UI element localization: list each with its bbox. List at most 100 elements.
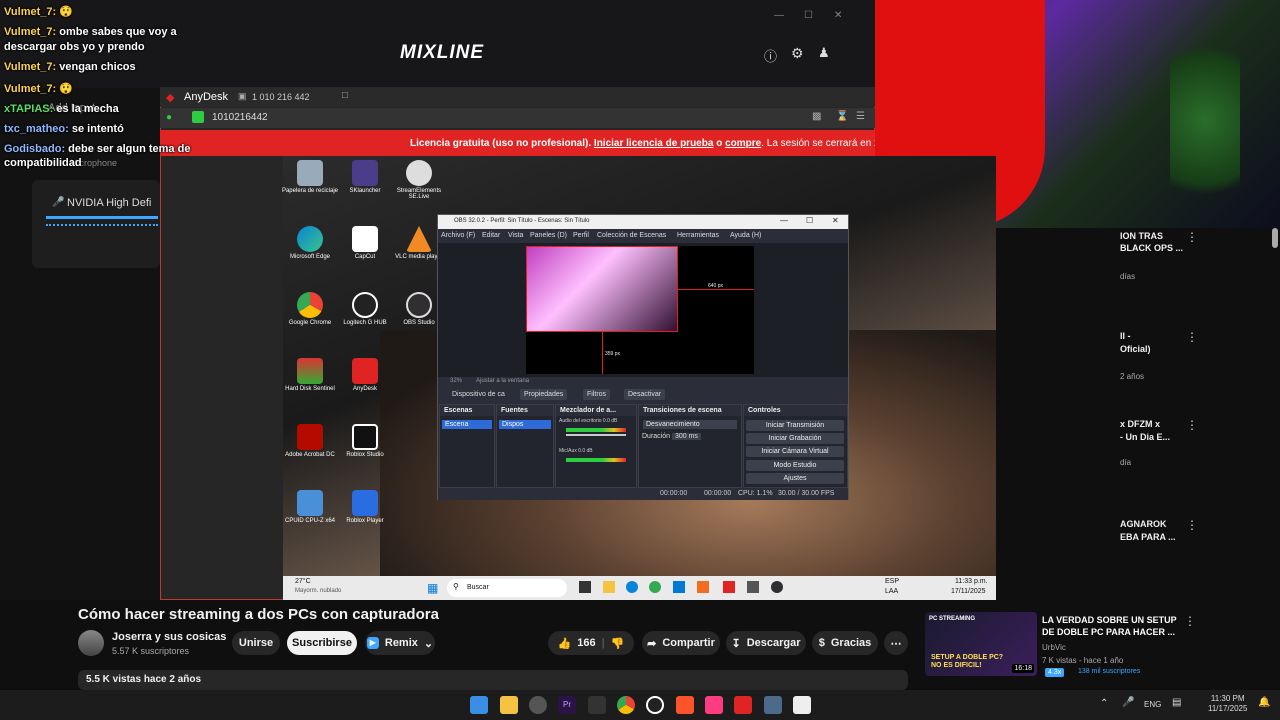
file-explorer-icon[interactable] [500, 696, 518, 714]
desktop-icon-acrobat[interactable]: Adobe Acrobat DC [280, 424, 340, 458]
steam-icon[interactable] [529, 696, 547, 714]
volume-bar[interactable] [46, 216, 158, 219]
more-actions-button[interactable]: ⋯ [884, 631, 908, 655]
desktop-icon-hdsentinel[interactable]: Hard Disk Sentinel [280, 358, 340, 392]
minimize-icon[interactable]: — [774, 10, 784, 21]
tiktok-icon[interactable] [705, 696, 723, 714]
close-icon[interactable]: ✕ [834, 10, 842, 21]
menu-docks[interactable]: Paneles (D) [530, 232, 567, 239]
thumbs-up-icon[interactable]: 👍 [558, 637, 572, 650]
scrollbar-thumb[interactable] [1272, 228, 1278, 248]
trial-license-link[interactable]: Iniciar licencia de prueba [594, 138, 714, 149]
channel-avatar[interactable] [78, 630, 104, 656]
desktop-icon-roblox-player[interactable]: Roblox Player [335, 490, 395, 524]
premiere-icon[interactable]: Pr [558, 696, 576, 714]
kebab-menu-icon[interactable]: ⋮ [1186, 418, 1198, 432]
share-button[interactable]: ➦ Compartir [642, 631, 720, 655]
info-icon[interactable]: ⓘ [764, 46, 777, 65]
anydesk-taskbar-icon[interactable] [723, 581, 735, 593]
close-icon[interactable]: ✕ [832, 216, 839, 225]
desktop-icon-sklauncher[interactable]: SKlauncher [335, 160, 395, 194]
desktop-icon-roblox-studio[interactable]: Roblox Studio [335, 424, 395, 458]
menu-scene-collection[interactable]: Colección de Escenas [597, 232, 666, 239]
transition-select[interactable]: Desvanecimiento [643, 420, 737, 429]
source-item[interactable]: Dispos [499, 420, 551, 429]
app-icon[interactable] [747, 581, 759, 593]
keyboard-language[interactable]: ESP [885, 578, 899, 585]
settings-button[interactable]: Ajustes [746, 473, 844, 484]
microphone-icon[interactable]: 🎤 [1122, 697, 1134, 708]
desktop-icon-ghub[interactable]: Logitech G HUB [335, 292, 395, 326]
brave-icon[interactable] [676, 696, 694, 714]
obs-capture-source-image[interactable] [526, 246, 678, 332]
desktop-icon-capcut[interactable]: CapCut [335, 226, 395, 260]
chevron-up-icon[interactable]: ⌃ [1100, 698, 1108, 709]
desktop-icon-streamelements[interactable]: StreamElements SE.Live [389, 160, 449, 200]
thumbs-down-icon[interactable]: 👎 [611, 637, 625, 650]
fit-to-window[interactable]: Ajustar a la ventana [476, 378, 529, 384]
taskview-icon[interactable] [579, 581, 591, 593]
kebab-menu-icon[interactable]: ⋮ [1186, 518, 1198, 532]
properties-button[interactable]: Propiedades [520, 389, 568, 400]
menu-file[interactable]: Archivo (F) [441, 232, 475, 239]
video-description-box[interactable]: 5.5 K vistas hace 2 años [78, 670, 908, 690]
start-recording-button[interactable]: Iniciar Grabación [746, 433, 844, 444]
remote-clock-time[interactable]: 11:33 p.m. [955, 578, 988, 585]
hourglass-icon[interactable]: ⌛ [836, 111, 848, 122]
menu-edit[interactable]: Editar [482, 232, 500, 239]
keyboard-language[interactable]: ENG [1144, 700, 1161, 709]
join-button[interactable]: Unirse [232, 631, 280, 655]
desktop-icon-chrome[interactable]: Google Chrome [280, 292, 340, 326]
ghub-icon[interactable] [646, 696, 664, 714]
app-icon[interactable] [697, 581, 709, 593]
file-explorer-icon[interactable] [603, 581, 615, 593]
notification-icon[interactable]: 🔔 [1258, 697, 1270, 708]
snipping-tool-icon[interactable] [793, 696, 811, 714]
start-streaming-button[interactable]: Iniciar Transmisión [746, 420, 844, 431]
kebab-menu-icon[interactable]: ⋮ [1184, 614, 1196, 628]
maximize-icon[interactable]: ☐ [804, 10, 813, 21]
network-icon[interactable]: ▤ [1172, 697, 1181, 708]
monitor-icon[interactable]: ▣ [238, 91, 247, 102]
desktop-icon-edge[interactable]: Microsoft Edge [280, 226, 340, 260]
kebab-menu-icon[interactable]: ⋮ [1186, 330, 1198, 344]
gear-icon[interactable]: ⚙ [791, 45, 804, 62]
audio-device-card[interactable]: 🎤 NVIDIA High Defi [32, 180, 160, 268]
menu-help[interactable]: Ayuda (H) [730, 232, 761, 239]
zoom-level[interactable]: 32% [450, 378, 462, 384]
menu-view[interactable]: Vista [508, 232, 523, 239]
user-icon[interactable]: ♟ [818, 45, 830, 61]
kebab-menu-icon[interactable]: ⋮ [1186, 230, 1198, 244]
anydesk-icon[interactable] [734, 696, 752, 714]
like-count[interactable]: 166 [577, 637, 595, 649]
anydesk-session-tab[interactable]: 1 010 216 442 [252, 92, 310, 102]
download-button[interactable]: ↧ Descargar [726, 631, 806, 655]
desktop-icon-recycle-bin[interactable]: Papelera de reciclaje [280, 160, 340, 194]
weather-temp[interactable]: 27°C [295, 578, 311, 585]
rec-channel[interactable]: UrbVic [1042, 643, 1066, 652]
rec-title[interactable]: LA VERDAD SOBRE UN SETUP DE DOBLE PC PAR… [1042, 614, 1177, 638]
buy-link[interactable]: compre [725, 138, 761, 149]
storage-icon[interactable]: ☰ [856, 111, 865, 122]
settings-app-icon[interactable] [764, 696, 782, 714]
start-virtual-camera-button[interactable]: Iniciar Cámara Virtual [746, 446, 844, 457]
deactivate-button[interactable]: Desactivar [624, 389, 666, 400]
filters-button[interactable]: Filtros [583, 389, 611, 400]
search-box[interactable]: ⚲ Buscar [447, 579, 567, 597]
menu-profile[interactable]: Perfil [573, 232, 589, 239]
desktop-icon-cpuz[interactable]: CPUID CPU-Z x64 [280, 490, 340, 524]
channel-name[interactable]: Joserra y sus cosicas [112, 631, 226, 643]
subscribe-button[interactable]: Suscribirse [287, 631, 357, 655]
maximize-icon[interactable]: ☐ [806, 216, 813, 225]
rec-thumbnail[interactable]: PC STREAMING SETUP A DOBLE PC? NO ES DIF… [925, 612, 1037, 676]
desktop-icon-anydesk[interactable]: AnyDesk [335, 358, 395, 392]
minimize-icon[interactable]: — [780, 216, 788, 225]
obs-taskbar-icon[interactable] [771, 581, 783, 593]
thanks-button[interactable]: $ Gracias [812, 631, 878, 655]
volume-slider[interactable] [566, 434, 626, 436]
windows-start-icon[interactable]: ▦ [427, 581, 438, 595]
address-field[interactable]: 1010216442 [212, 112, 268, 123]
edge-taskbar-icon[interactable] [626, 581, 638, 593]
chrome-taskbar-icon[interactable] [649, 581, 661, 593]
chrome-icon[interactable] [617, 696, 635, 714]
